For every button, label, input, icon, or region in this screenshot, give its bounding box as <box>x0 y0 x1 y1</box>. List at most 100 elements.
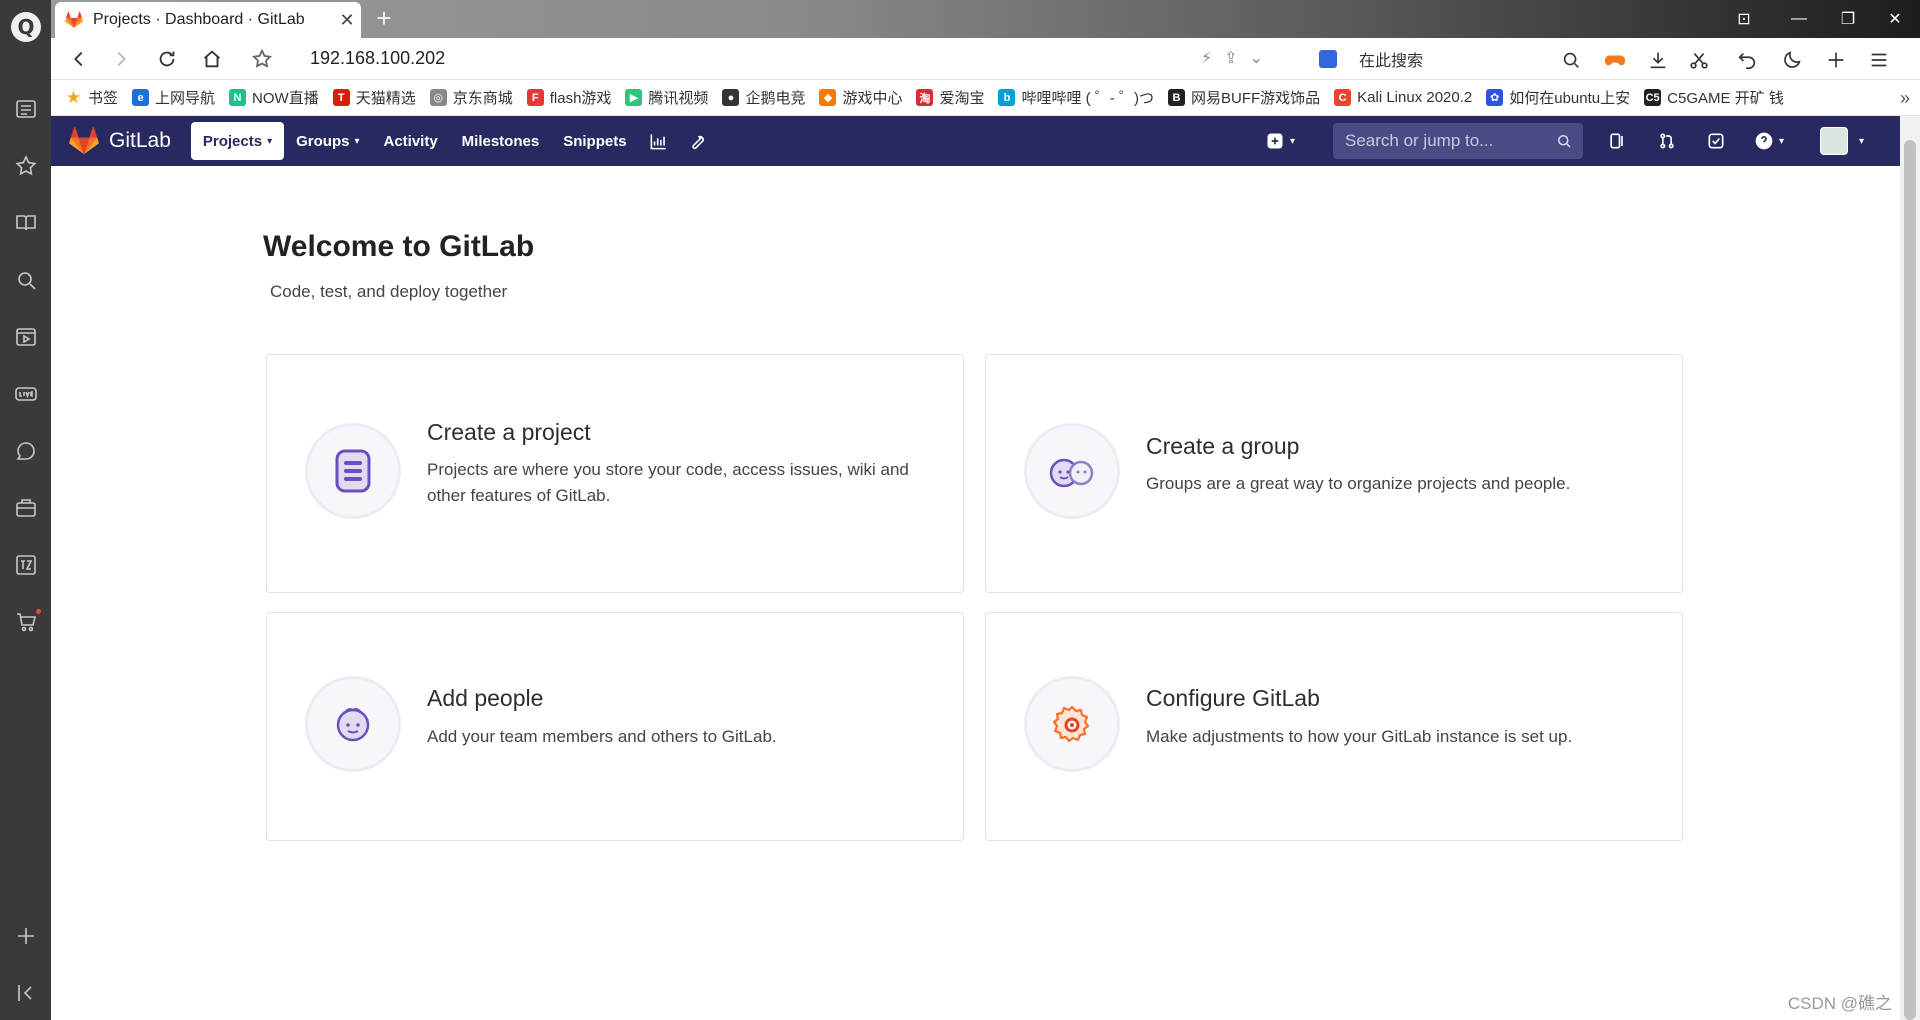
scrollbar-thumb[interactable] <box>1904 140 1916 1020</box>
configure-gitlab-title[interactable]: Configure GitLab <box>1146 685 1320 712</box>
shopping-cart-icon[interactable] <box>13 609 41 635</box>
create-project-title[interactable]: Create a project <box>427 419 591 446</box>
chevron-down-icon: ▾ <box>1779 135 1785 147</box>
lightning-icon[interactable]: ⚡ <box>1201 50 1224 67</box>
nav-groups-dropdown[interactable]: Groups ▾ <box>284 122 371 160</box>
bookmark-label: 企鹅电竞 <box>745 90 806 107</box>
gitlab-logo-icon <box>69 127 99 155</box>
nav-milestones-link[interactable]: Milestones <box>450 122 552 160</box>
collapse-sidebar-icon[interactable] <box>13 980 39 1006</box>
search-icon[interactable] <box>13 267 39 293</box>
help-dropdown[interactable]: ▾ <box>1754 122 1784 160</box>
bookmarks-more-icon[interactable]: » <box>1900 88 1910 109</box>
bookmark-item[interactable]: ▶ 腾讯视频 <box>625 87 708 108</box>
avatar <box>1820 127 1848 155</box>
browser-tab-gitlab[interactable]: Projects · Dashboard · GitLab ✕ <box>55 2 361 38</box>
bookmark-item[interactable]: N NOW直播 <box>229 87 319 108</box>
admin-wrench-icon[interactable] <box>678 122 717 160</box>
bookmark-favicon-icon: B <box>1167 89 1185 106</box>
bookmark-label: 上网导航 <box>155 90 216 107</box>
bookmark-item[interactable]: ★ 书签 <box>65 87 118 108</box>
create-project-card[interactable]: Create a project Projects are where you … <box>266 354 964 593</box>
bookmark-label: flash游戏 <box>549 90 612 107</box>
night-mode-icon[interactable] <box>1778 46 1806 74</box>
bookmark-item[interactable]: C5 C5GAME 开矿 钱 <box>1644 87 1784 108</box>
url-input[interactable]: 192.168.100.202 <box>310 48 445 69</box>
tab-close-icon[interactable]: ✕ <box>333 10 361 31</box>
reload-icon[interactable] <box>152 44 182 74</box>
nav-snippets-link[interactable]: Snippets <box>551 122 638 160</box>
bookmark-label: 爱淘宝 <box>939 90 985 107</box>
add-tool-icon[interactable] <box>1822 46 1850 74</box>
chat-icon[interactable] <box>13 438 39 464</box>
chevron-down-icon: ▾ <box>267 135 273 147</box>
create-project-description: Projects are where you store your code, … <box>427 460 909 505</box>
bookmark-label: 京东商城 <box>452 90 513 107</box>
page-scrollbar[interactable] <box>1900 116 1920 1020</box>
video-icon[interactable] <box>13 324 39 350</box>
browser-search-placeholder: 在此搜索 <box>1359 53 1424 70</box>
share-icon[interactable]: ⇪ <box>1224 50 1249 67</box>
user-menu-dropdown[interactable]: ▾ <box>1820 122 1864 160</box>
game-controller-icon[interactable] <box>1601 46 1629 74</box>
scissors-icon[interactable] <box>1685 46 1713 74</box>
gitlab-home-link[interactable]: GitLab <box>69 127 171 155</box>
browser-logo-icon[interactable]: Q <box>11 12 41 42</box>
forward-icon[interactable] <box>106 44 136 74</box>
menu-icon[interactable] <box>1865 46 1893 74</box>
live-icon[interactable] <box>13 381 39 407</box>
reader-icon[interactable] <box>13 96 39 122</box>
book-icon[interactable] <box>13 210 39 236</box>
search-submit-icon[interactable] <box>1557 46 1585 74</box>
minimize-button[interactable]: — <box>1780 4 1818 34</box>
briefcase-icon[interactable] <box>13 495 39 521</box>
bookmark-item[interactable]: 淘爱淘宝 <box>916 87 984 108</box>
add-people-card[interactable]: Add people Add your team members and oth… <box>266 612 964 841</box>
settings-gear-icon <box>1024 676 1120 772</box>
home-icon[interactable] <box>197 44 227 74</box>
gitlab-brand: GitLab <box>109 129 171 152</box>
close-window-button[interactable]: ✕ <box>1876 4 1914 34</box>
url-tools[interactable]: ⚡⇪⌄ <box>1201 48 1275 68</box>
new-tab-button[interactable]: + <box>369 4 399 34</box>
add-people-title[interactable]: Add people <box>427 685 543 712</box>
bookmark-favicon-icon: e <box>132 89 150 106</box>
bookmark-item[interactable]: T 天猫精选 <box>332 87 416 108</box>
bookmark-item[interactable]: Fflash游戏 <box>526 87 612 108</box>
tab-title: Projects · Dashboard · GitLab <box>93 11 305 28</box>
new-item-dropdown[interactable]: ▾ <box>1265 122 1295 160</box>
favorites-star-icon[interactable] <box>13 153 39 179</box>
bookmark-label: 如何在ubuntu上安 <box>1509 90 1631 107</box>
gitlab-search-input[interactable]: Search or jump to... <box>1333 123 1583 159</box>
bookmark-favicon-icon: ▶ <box>625 89 643 106</box>
undo-icon[interactable] <box>1733 46 1761 74</box>
merge-requests-icon[interactable] <box>1657 122 1677 160</box>
create-group-card[interactable]: Create a group Groups are a great way to… <box>985 354 1683 593</box>
back-icon[interactable] <box>64 44 94 74</box>
configure-gitlab-card[interactable]: Configure GitLab Make adjustments to how… <box>985 612 1683 841</box>
bookmark-item[interactable]: ● 企鹅电竞 <box>722 87 805 108</box>
analytics-chart-icon[interactable] <box>639 122 678 160</box>
bookmark-item[interactable]: e 上网导航 <box>132 87 215 108</box>
bookmark-item[interactable]: B 网易BUFF游戏饰品 <box>1167 87 1320 108</box>
bookmark-item[interactable]: ◆ 游戏中心 <box>819 87 902 108</box>
create-group-title[interactable]: Create a group <box>1146 433 1299 460</box>
download-icon[interactable] <box>1644 46 1672 74</box>
search-engine-icon[interactable] <box>1319 50 1337 68</box>
bookmarks-bar: ★ 书签 e 上网导航 N NOW直播 T 天猫精选 ◎ 京东商城 Fflash游戏 ▶ 腾讯视频 ● 企鹅… <box>51 80 1920 116</box>
bookmark-item[interactable]: C Kali Linux 2020.2 <box>1334 89 1472 106</box>
translate-icon[interactable] <box>13 552 39 578</box>
issues-icon[interactable] <box>1607 122 1627 160</box>
url-dropdown-icon[interactable]: ⌄ <box>1250 50 1275 67</box>
nav-projects-dropdown[interactable]: Projects ▾ <box>190 122 285 160</box>
bookmark-item[interactable]: b 哔哩哔哩 ( ゜- ゜)つ <box>998 87 1154 108</box>
nav-activity-link[interactable]: Activity <box>371 122 449 160</box>
add-icon[interactable] <box>13 923 39 949</box>
bookmark-star-icon[interactable] <box>247 44 277 74</box>
skin-button[interactable]: ⊡ <box>1725 4 1763 34</box>
todos-icon[interactable] <box>1706 122 1726 160</box>
browser-side-rail: Q <box>0 0 51 1020</box>
bookmark-item[interactable]: ◎ 京东商城 <box>429 87 513 108</box>
restore-button[interactable]: ❐ <box>1829 4 1867 34</box>
bookmark-item[interactable]: ✿ 如何在ubuntu上安 <box>1486 87 1630 108</box>
